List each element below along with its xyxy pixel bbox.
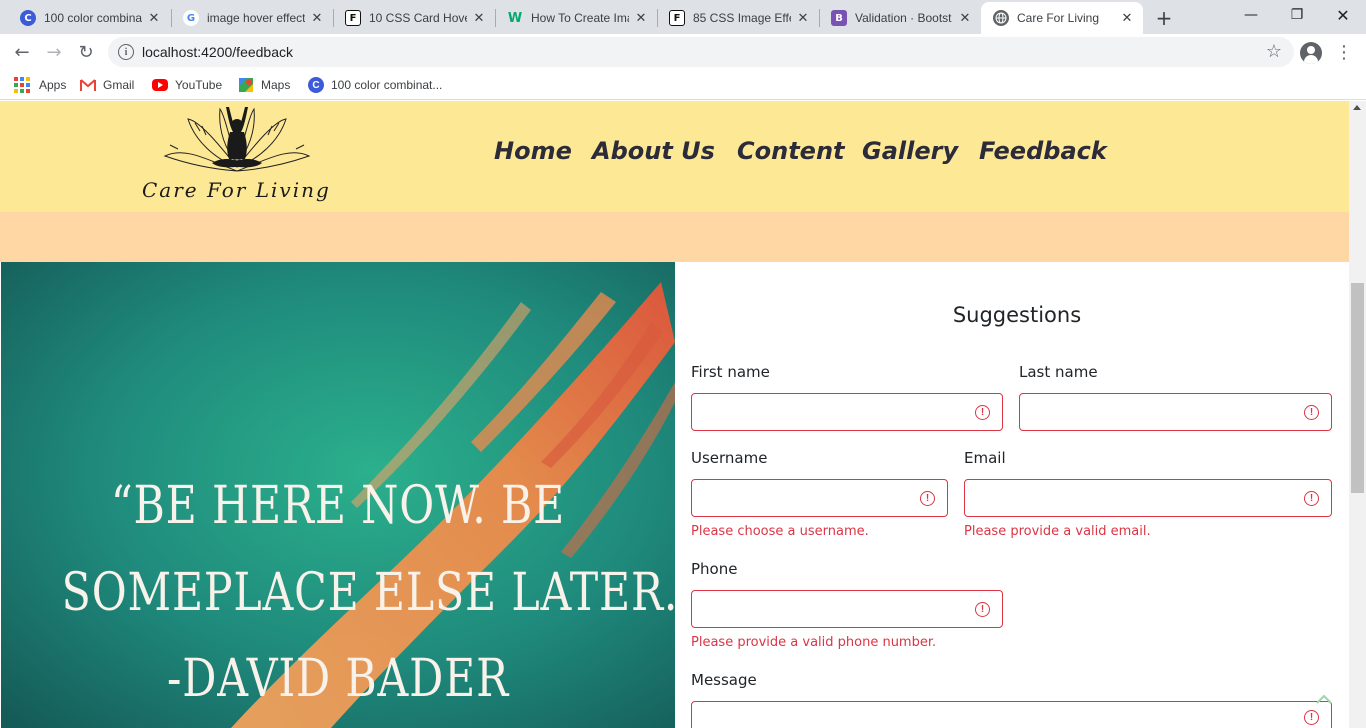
globe-icon: [993, 10, 1009, 26]
youtube-icon: [152, 79, 168, 91]
forward-button[interactable]: →: [40, 38, 68, 66]
email-field[interactable]: !: [964, 479, 1332, 517]
bookmark-youtube[interactable]: YouTube: [152, 75, 222, 95]
scroll-up-arrow[interactable]: [1353, 105, 1361, 110]
error-icon: !: [1304, 710, 1319, 725]
phone-feedback: Please provide a valid phone number.: [691, 635, 937, 650]
quote-line-3: -DAVID BADER: [166, 649, 510, 709]
nav-content[interactable]: Content: [737, 137, 845, 165]
message-label: Message: [691, 671, 757, 689]
error-icon: !: [1304, 491, 1319, 506]
info-icon[interactable]: i: [118, 44, 134, 60]
close-icon[interactable]: ✕: [795, 10, 811, 26]
header-band: [0, 212, 1349, 262]
tab-image-hover[interactable]: G image hover effect ✕: [171, 2, 333, 34]
back-button[interactable]: ←: [8, 38, 36, 66]
page-viewport: Care For Living Home About Us Content Ga…: [0, 101, 1349, 728]
username-feedback: Please choose a username.: [691, 524, 869, 539]
close-icon[interactable]: ✕: [633, 10, 649, 26]
error-icon: !: [975, 405, 990, 420]
tab-85-css[interactable]: F 85 CSS Image Effe ✕: [657, 2, 819, 34]
page-scrollbar[interactable]: [1349, 101, 1366, 728]
tab-100-color[interactable]: C 100 color combina ✕: [8, 2, 170, 34]
bookmark-maps[interactable]: Maps: [238, 75, 290, 95]
w3-icon: W: [507, 10, 523, 26]
form-title: Suggestions: [952, 303, 1082, 327]
quote-image: “BE HERE NOW. BE SOMEPLACE ELSE LATER.” …: [1, 262, 675, 728]
tab-care-for-living[interactable]: Care For Living ✕: [981, 2, 1143, 34]
close-icon[interactable]: ✕: [146, 10, 162, 26]
email-feedback: Please provide a valid email.: [964, 524, 1151, 539]
tab-how-to-create[interactable]: W How To Create Ima ✕: [495, 2, 657, 34]
nav-home[interactable]: Home: [494, 137, 572, 165]
reload-button[interactable]: ↻: [72, 38, 100, 66]
message-textarea[interactable]: !: [691, 701, 1332, 728]
f-icon: F: [669, 10, 685, 26]
close-icon[interactable]: ✕: [957, 10, 973, 26]
close-icon[interactable]: ✕: [309, 10, 325, 26]
apps-grid-icon: [14, 77, 30, 93]
logo-text: Care For Living: [142, 178, 331, 202]
bookmarks-bar: Apps Gmail YouTube Maps C 100 color comb…: [0, 70, 1366, 100]
close-icon[interactable]: ✕: [1119, 10, 1135, 26]
last-name-field[interactable]: !: [1019, 393, 1332, 431]
username-label: Username: [691, 449, 768, 467]
first-name-label: First name: [691, 363, 770, 381]
url-text[interactable]: localhost:4200/feedback: [142, 44, 293, 60]
bookmark-apps[interactable]: Apps: [14, 75, 66, 95]
nav-about-us[interactable]: About Us: [592, 137, 715, 165]
site-header: Care For Living Home About Us Content Ga…: [0, 101, 1349, 212]
bookmark-gmail[interactable]: Gmail: [80, 75, 134, 95]
last-name-label: Last name: [1019, 363, 1098, 381]
c-icon: C: [308, 77, 324, 93]
nav-feedback[interactable]: Feedback: [979, 137, 1107, 165]
scroll-thumb[interactable]: [1351, 283, 1364, 493]
profile-icon[interactable]: [1300, 42, 1322, 64]
quote-line-2: SOMEPLACE ELSE LATER.”: [61, 563, 675, 623]
minimize-button[interactable]: —: [1228, 0, 1274, 30]
maps-icon: [238, 77, 254, 93]
close-window-button[interactable]: ✕: [1320, 0, 1366, 30]
browser-toolbar: ← → ↻ i localhost:4200/feedback ☆ ⋮: [0, 34, 1366, 70]
error-icon: !: [920, 491, 935, 506]
tab-validation-bootstrap[interactable]: B Validation · Bootst ✕: [819, 2, 981, 34]
star-icon[interactable]: ☆: [1266, 41, 1282, 62]
quote-line-1: “BE HERE NOW. BE: [110, 476, 566, 536]
phone-label: Phone: [691, 560, 738, 578]
restore-button[interactable]: ❐: [1274, 0, 1320, 30]
nav-gallery[interactable]: Gallery: [862, 137, 958, 165]
error-icon: !: [1304, 405, 1319, 420]
email-label: Email: [964, 449, 1006, 467]
first-name-field[interactable]: !: [691, 393, 1003, 431]
feedback-form: Suggestions First name Last name ! ! Use…: [675, 262, 1349, 728]
more-menu-icon[interactable]: ⋮: [1335, 42, 1353, 63]
error-icon: !: [975, 602, 990, 617]
tab-css-card-hover[interactable]: F 10 CSS Card Hover ✕: [333, 2, 495, 34]
username-field[interactable]: !: [691, 479, 948, 517]
google-icon: G: [183, 10, 199, 26]
bookmark-100-color[interactable]: C 100 color combinat...: [308, 75, 442, 95]
gmail-icon: [80, 77, 96, 93]
c-icon: C: [20, 10, 36, 26]
f-icon: F: [345, 10, 361, 26]
browser-tab-strip: C 100 color combina ✕ G image hover effe…: [0, 0, 1366, 34]
close-icon[interactable]: ✕: [471, 10, 487, 26]
address-bar[interactable]: i localhost:4200/feedback ☆: [108, 37, 1294, 67]
bootstrap-icon: B: [831, 10, 847, 26]
new-tab-button[interactable]: +: [1152, 6, 1176, 30]
chevron-up-icon[interactable]: [1316, 694, 1332, 704]
phone-field[interactable]: !: [691, 590, 1003, 628]
